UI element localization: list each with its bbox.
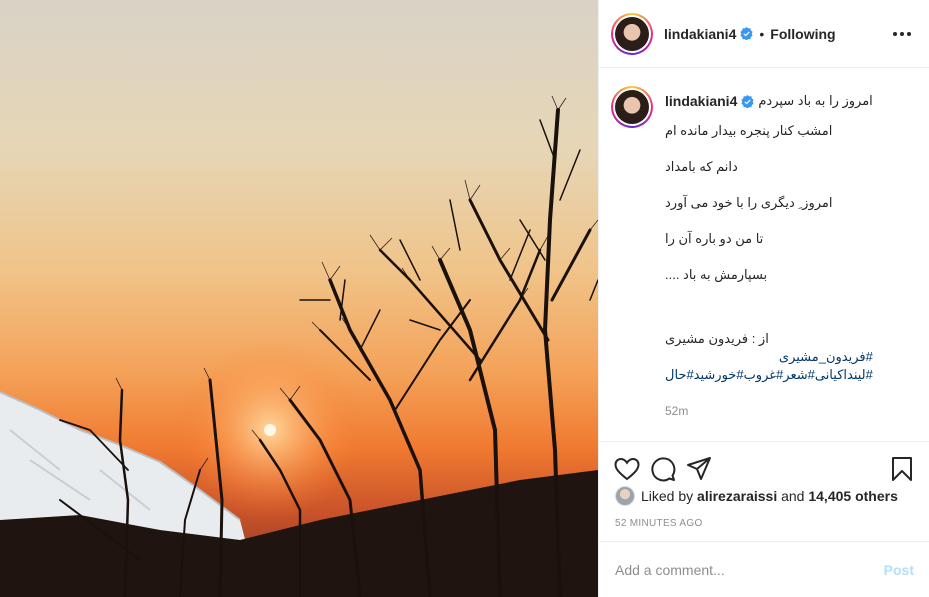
comments-section: lindakiani4 امروز را به باد سپردم امشب ک… — [599, 68, 929, 441]
heart-icon — [614, 457, 640, 480]
liker-username[interactable]: alirezaraissi — [697, 488, 777, 504]
caption-line: امروز ِ دیگری را با خود می آورد — [665, 195, 833, 210]
likes-summary: Liked by alirezaraissi and 14,405 others — [615, 486, 898, 506]
add-comment-bar: Post — [599, 541, 929, 597]
liker-avatar[interactable] — [615, 486, 635, 506]
caption-credit: از : فریدون مشیری — [665, 331, 769, 346]
hashtag-link[interactable]: #لینداکیانی#شعر#غروب#خورشید#حال — [665, 366, 873, 384]
verified-badge-icon — [741, 94, 754, 108]
caption: lindakiani4 امروز را به باد سپردم امشب ک… — [611, 86, 913, 420]
sunset-trees-image — [0, 95, 598, 597]
following-button[interactable]: Following — [770, 26, 835, 42]
post-timestamp[interactable]: 52 MINUTES AGO — [615, 518, 703, 529]
post-comment-button[interactable]: Post — [884, 562, 914, 578]
caption-timestamp[interactable]: 52m — [665, 402, 873, 420]
caption-line: بسپارمش به باد .... — [665, 267, 768, 282]
caption-avatar[interactable] — [611, 86, 653, 128]
post-header: lindakiani4 • Following — [599, 0, 929, 68]
more-options-icon[interactable] — [889, 28, 915, 40]
liked-by-prefix: Liked by — [641, 488, 694, 504]
hashtag-link[interactable]: #فریدون_مشیری — [665, 348, 873, 366]
author-username[interactable]: lindakiani4 — [664, 26, 736, 42]
share-button[interactable] — [681, 451, 717, 487]
post-sidebar: lindakiani4 • Following lindakiani4 امرو… — [598, 0, 929, 597]
caption-line: تا من دو باره آن را — [665, 231, 764, 246]
comment-icon — [651, 456, 676, 481]
paper-plane-icon — [687, 456, 711, 480]
caption-first-line: امروز را به باد سپردم — [758, 93, 873, 108]
likes-count[interactable]: 14,405 others — [808, 488, 898, 504]
likes-and: and — [781, 488, 805, 504]
caption-line: امشب کنار پنجره بیدار مانده ام — [665, 123, 833, 138]
caption-line: دانم که بامداد — [665, 159, 738, 174]
save-button[interactable] — [884, 451, 920, 487]
comment-input[interactable] — [615, 561, 884, 578]
caption-body: lindakiani4 امروز را به باد سپردم امشب ک… — [665, 86, 873, 420]
author-avatar[interactable] — [611, 12, 653, 55]
verified-badge-icon — [740, 27, 753, 40]
post-photo[interactable] — [0, 0, 598, 597]
caption-username[interactable]: lindakiani4 — [665, 92, 737, 110]
bookmark-icon — [892, 456, 912, 481]
comment-button[interactable] — [645, 451, 681, 487]
like-button[interactable] — [609, 451, 645, 487]
separator-dot: • — [759, 25, 765, 42]
